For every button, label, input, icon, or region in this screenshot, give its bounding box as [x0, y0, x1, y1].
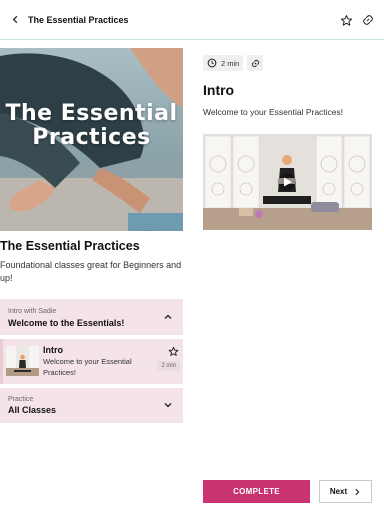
link-icon — [251, 59, 260, 67]
chevron-down-icon — [164, 403, 172, 408]
copy-link-button[interactable] — [247, 55, 264, 71]
lesson-subtitle: Welcome to your Essential Practices! — [203, 107, 344, 117]
section-subtitle: Practice — [8, 396, 34, 403]
top-bar: The Essential Practices — [0, 0, 384, 40]
share-link-button[interactable] — [360, 12, 376, 28]
page-title: The Essential Practices — [28, 14, 129, 25]
complete-button[interactable]: COMPLETE — [203, 480, 310, 503]
lesson-item-description: Welcome to your Essential Practices! — [43, 357, 132, 377]
back-button[interactable] — [2, 0, 28, 40]
duration-label: 2 min — [221, 58, 240, 68]
lesson-thumbnail — [6, 346, 39, 376]
duration-chip: 2 min — [203, 55, 244, 71]
lesson-heading: Intro — [203, 82, 235, 98]
favorite-button[interactable] — [338, 12, 354, 28]
course-hero-image: The Essential Practices — [0, 48, 183, 231]
link-icon — [363, 15, 373, 25]
course-title: The Essential Practices — [0, 239, 140, 253]
star-outline-icon — [340, 14, 352, 26]
next-button-label: Next — [329, 487, 348, 496]
clock-icon — [207, 58, 217, 68]
section-title: All Classes — [8, 405, 57, 415]
lesson-item-duration: 2 min — [157, 361, 180, 371]
lesson-item-title: Intro — [43, 345, 63, 355]
next-button[interactable]: Next — [319, 480, 372, 503]
section-intro-with-sadie[interactable]: Intro with Sadie Welcome to the Essentia… — [0, 299, 183, 335]
chevron-left-icon — [12, 15, 17, 24]
section-subtitle: Intro with Sadie — [8, 308, 57, 315]
hero-title-overlay: The Essential Practices — [5, 101, 178, 150]
chevron-up-icon — [164, 314, 172, 319]
section-title: Welcome to the Essentials! — [8, 318, 125, 328]
section-practice[interactable]: Practice All Classes — [0, 388, 183, 423]
course-description: Foundational classes great for Beginners… — [0, 260, 182, 283]
chevron-right-icon — [355, 488, 360, 495]
video-player[interactable] — [203, 134, 372, 230]
video-thumbnail — [203, 134, 372, 230]
star-outline-icon[interactable] — [168, 346, 179, 357]
lesson-item-intro[interactable]: Intro Welcome to your Essential Practice… — [0, 339, 183, 384]
